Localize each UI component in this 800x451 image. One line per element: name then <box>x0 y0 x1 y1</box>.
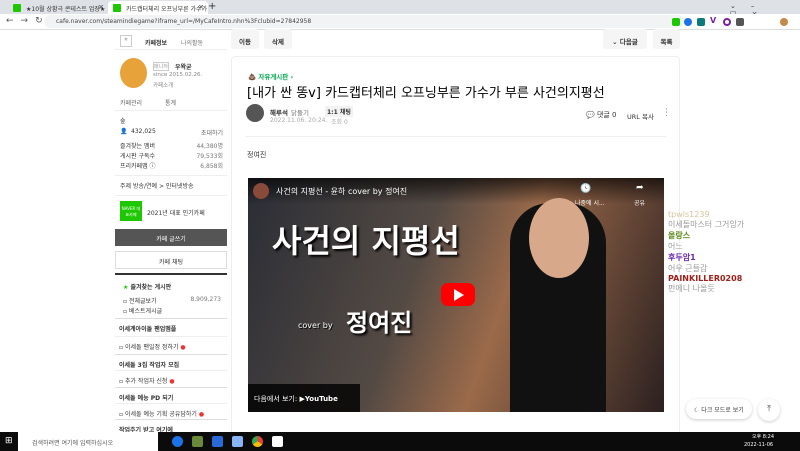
manager-badge: 매니저 <box>153 62 169 71</box>
close-tab-icon[interactable]: × <box>98 3 104 11</box>
clock-time[interactable]: 오후 8:24 <box>752 433 774 440</box>
thumbnail-title: 사건의 지평선 <box>272 222 460 260</box>
close-tab-icon[interactable]: × <box>198 3 204 11</box>
cafe-level: 숲 <box>120 118 126 125</box>
profile-avatar[interactable] <box>780 18 788 26</box>
invite-link[interactable]: 초대하기 <box>201 128 223 137</box>
tab-cafe-info[interactable]: 카페정보 <box>145 38 167 47</box>
scroll-top-button[interactable]: ⤒ <box>758 399 780 421</box>
naver-cafe-icon <box>13 4 21 12</box>
address-bar-row: ←→↻ cafe.naver.com/steamindiegame?iframe… <box>0 14 800 30</box>
clock-icon[interactable]: 🕓 <box>580 184 591 194</box>
naver-badge-icon: NAVER 대표카페 <box>120 201 142 221</box>
share-button[interactable]: 공유 <box>634 198 645 207</box>
popular-cafe-label: 2021년 대표 인기카페 <box>147 210 205 217</box>
one-on-one-chat-button[interactable]: 1:1 채팅 <box>325 106 353 117</box>
youtube-embed[interactable]: 사건의 지평선 - 윤하 cover by 정여진 🕓 나중에 시... ➦ 공… <box>248 178 664 412</box>
menu-group-header[interactable]: 이세돌 예능 PD 되기 <box>115 387 227 402</box>
tab-label: 카드캡터체리 오프닝부른 가수가 <box>126 6 208 13</box>
list-button[interactable]: 목록 <box>653 29 680 49</box>
extension-icon[interactable] <box>736 18 744 26</box>
cafe-sidebar: ★ 카페정보 나의활동 매니저 우왁굳 since 2015.02.26. 카페… <box>115 30 227 434</box>
tab-label: ★10월 상황극 콘테스트 업장★ <box>26 6 106 13</box>
author-name[interactable]: 해루석 <box>270 107 288 117</box>
cafe-logo <box>120 58 147 88</box>
play-button[interactable] <box>441 283 475 306</box>
edge-icon[interactable] <box>172 436 183 447</box>
stat-row: 프리카페맵 ⓘ 6,858회 <box>120 163 223 170</box>
since-date: since 2015.02.26. <box>153 72 203 78</box>
url-text: cafe.naver.com/steamindiegame?iframe_url… <box>56 18 312 25</box>
chat-overlay: tpwls1239 이세돌마스터 그거잉가 올랑스 어느 후두암1 어우 근들갑 PA… <box>668 210 798 294</box>
new-tab-button[interactable]: + <box>208 1 216 12</box>
cafe-chat-button[interactable]: 카페 채팅 <box>115 251 227 269</box>
stat-row: 게시판 구독수 79,533회 <box>120 153 223 160</box>
share-icon[interactable]: ➦ <box>636 183 644 193</box>
dark-mode-button[interactable]: ☾ 다크 모드로 보기 <box>686 399 752 419</box>
extension-v-icon[interactable]: V <box>710 16 716 25</box>
board-link[interactable]: ▫ 베스트게시글 <box>115 306 227 315</box>
menu-item[interactable]: ▫ 이세돌 예능 기획 공유담하기 ● <box>115 403 227 418</box>
naver-cafe-icon <box>113 4 121 12</box>
member-count: 432,025 <box>131 128 156 135</box>
url-copy-button[interactable]: URL 복사 <box>627 111 654 121</box>
delete-button[interactable]: 삭제 <box>264 29 292 49</box>
tab-my-activity[interactable]: 나의활동 <box>181 38 203 47</box>
post-title: [내가 싼 똥v] 카드캡터체리 오프닝부른 가수가 부른 사건의지평선 <box>247 86 605 101</box>
star-icon[interactable]: ★ <box>120 35 132 47</box>
cafe-manage-link[interactable]: 카페관리 <box>120 98 142 107</box>
url-input[interactable]: cafe.naver.com/steamindiegame?iframe_url… <box>44 15 684 28</box>
extension-icon[interactable] <box>723 18 731 26</box>
menu-group-header[interactable]: 이세계아이돌 팬업멤플 <box>115 318 227 333</box>
minecraft-icon[interactable] <box>192 436 203 447</box>
chrome-icon[interactable] <box>252 436 263 447</box>
app-icon[interactable] <box>272 436 283 447</box>
more-options-icon[interactable]: ⋮ <box>662 108 671 118</box>
stats-link[interactable]: 통계 <box>165 98 176 107</box>
menu-item[interactable]: ▫ 추가 작업자 신청 ● <box>115 370 227 385</box>
manager-name[interactable]: 우왁굳 <box>175 62 192 71</box>
chat-message: 후두암1 어우 근들갑 <box>668 253 708 273</box>
stat-row: 즐겨찾는 멤버 44,380명 <box>120 143 223 150</box>
browser-tab-active[interactable]: 카드캡터체리 오프닝부른 가수가 × <box>108 1 208 14</box>
chat-message: 올랑스 어느 <box>668 231 691 251</box>
app-icon[interactable] <box>232 436 243 447</box>
menu-group-header[interactable]: 이세돌 3집 작업자 모집 <box>115 354 227 369</box>
watch-on-youtube-button[interactable]: 다음에서 보기: ▶YouTube <box>248 384 360 412</box>
clock-date[interactable]: 2022-11-06 <box>744 442 773 448</box>
extension-icon[interactable] <box>684 18 692 26</box>
channel-avatar[interactable] <box>253 183 269 199</box>
windows-start-icon[interactable]: ⊞ <box>5 436 13 446</box>
comments-button[interactable]: 💬 댓글 0 <box>586 110 617 120</box>
thumbnail-singer: 정여진 <box>346 309 413 337</box>
favorite-boards-header[interactable]: ★ 즐겨찾는 게시판 <box>115 273 227 291</box>
board-link[interactable]: ▫ 전체글보기 8,909,273 <box>115 296 227 305</box>
view-count: 조회 0 <box>331 119 348 126</box>
cafe-topic: 주제 방송/연예 > 인터넷방송 <box>115 175 227 190</box>
browser-tab[interactable]: ★10월 상황극 콘테스트 업장★ × <box>8 1 108 14</box>
move-button[interactable]: 이동 <box>231 29 259 49</box>
post-date: 2022.11.06. 20:24. <box>270 117 328 124</box>
singer-face <box>529 198 589 278</box>
extension-icon[interactable] <box>672 18 680 26</box>
menu-item[interactable]: ▫ 이세돌 팬일정 정하기 ● <box>115 336 227 351</box>
video-title[interactable]: 사건의 지평선 - 윤하 cover by 정여진 <box>276 186 407 197</box>
next-post-button[interactable]: ⌄ 다음글 <box>603 29 647 49</box>
author-avatar[interactable] <box>246 104 264 122</box>
thumbnail-cover-by: cover by <box>298 321 333 330</box>
post-body-text: 정여진 <box>247 151 267 159</box>
author-grade: 닭둘기 <box>291 109 309 117</box>
board-link[interactable]: 💩 자유게시판 › <box>248 71 293 81</box>
browser-tab-bar: ★10월 상황극 콘테스트 업장★ × 카드캡터체리 오프닝부른 가수가 × + ⌄… <box>0 0 800 18</box>
windows-taskbar: ⊞ 검색하려면 여기에 입력하십시오 오후 8:24 2022-11-06 <box>0 432 800 451</box>
cafe-intro-link[interactable]: 카페소개 <box>153 81 173 89</box>
taskbar-search[interactable]: 검색하려면 여기에 입력하십시오 <box>18 432 158 451</box>
write-post-button[interactable]: 카페 글쓰기 <box>115 229 227 246</box>
extension-icon[interactable] <box>697 18 705 26</box>
chat-message: PAINKILLER0208 펀에니 나올듯 <box>668 274 743 293</box>
chat-message: tpwls1239 이세돌마스터 그거잉가 <box>668 210 745 229</box>
app-icon[interactable] <box>212 436 223 447</box>
